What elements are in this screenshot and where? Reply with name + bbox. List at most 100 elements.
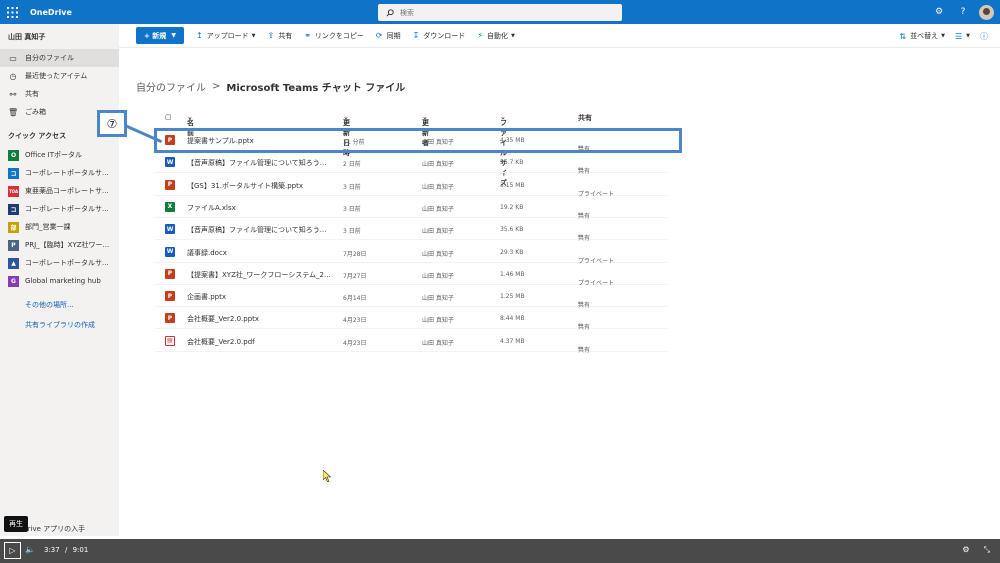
quick-access-label: コーポレートポータルサ... (25, 259, 109, 267)
chevron-down-icon: ▼ (251, 32, 256, 39)
chevron-down-icon: ▼ (966, 33, 970, 39)
file-name[interactable]: 会社概要_Ver2.0.pdf (187, 337, 255, 347)
table-header: ▢ 名前 ⌄ 更新日時 ⌄ 更新者 ⌄ ファイル サイズ ⌄ 共有 (155, 108, 667, 187)
play-tooltip: 再生 (4, 516, 28, 532)
column-header-modified[interactable]: 更新日時 ⌄ (343, 113, 350, 157)
modified-date: 4月23日 (343, 339, 367, 347)
file-name[interactable]: 企画書.pptx (187, 292, 226, 302)
automate-button[interactable]: ⚡ 自動化 ▼ (477, 31, 514, 41)
quick-access-item[interactable]: O Office ITポータル (0, 146, 119, 164)
search-box[interactable] (378, 4, 622, 21)
quick-access-item[interactable]: 部 部門_営業一課 (0, 218, 119, 236)
fullscreen-icon[interactable]: ⤡ (984, 545, 990, 555)
quick-access-label: 部門_営業一課 (25, 223, 71, 231)
column-header-size[interactable]: ファイル サイズ ⌄ (500, 113, 507, 187)
modified-by: 山田 真知子 (422, 317, 454, 325)
sync-button[interactable]: ⟳ 同期 (376, 31, 401, 41)
view-options-button[interactable]: ☰ ▼ (955, 32, 970, 41)
chevron-down-icon: ▼ (171, 32, 176, 39)
modified-date: 7月28日 (343, 250, 367, 258)
upload-icon: ↥ (195, 31, 203, 40)
file-size: 1.46 MB (500, 270, 525, 278)
quick-access-item[interactable]: TOA 東亜薬品コーポレートサ... (0, 182, 119, 200)
chevron-down-icon: ▼ (941, 33, 945, 39)
table-row[interactable]: P 【提案書】XYZ社_ワークフローシステム_2... 7月27日 山田 真知子 1.4… (155, 263, 667, 287)
gear-icon[interactable]: ⚙ (962, 545, 969, 555)
quick-access-title: クイック アクセス (8, 132, 67, 140)
modified-date: 3 日前 (343, 205, 361, 213)
modified-by: 山田 真知子 (422, 295, 454, 303)
table-row[interactable]: ▤ 会社概要_Ver2.0.pdf 4月23日 山田 真知子 4.37 MB ⚯ 共有 (155, 330, 667, 354)
sync-label: 同期 (386, 31, 401, 40)
table-row[interactable]: P 【GS】31.ポータルサイト構築.pptx 3 日前 山田 真知子 3.15 MB プ… (155, 174, 667, 198)
file-name[interactable]: 【音声原稿】ファイル管理について知ろう... (187, 158, 326, 168)
sidebar-item-label: ごみ箱 (25, 108, 46, 116)
more-places-link[interactable]: その他の場所... (25, 300, 74, 310)
site-icon: 部 (8, 221, 19, 233)
link-icon: ⚭ (304, 31, 311, 40)
sidebar-item-my-files[interactable]: ▭ 自分のファイル (0, 49, 119, 67)
search-input[interactable] (400, 8, 600, 17)
site-icon: TOA (8, 185, 19, 197)
folder-icon: ▭ (9, 53, 17, 63)
table-row[interactable]: W 【音声原稿】ファイル管理について知ろう... 3 日前 山田 真知子 35.6 KB… (155, 218, 667, 242)
sort-icon: ⇅ (899, 31, 907, 41)
play-button[interactable]: ▷ (4, 542, 21, 559)
app-launcher-icon[interactable] (0, 0, 24, 24)
table-row[interactable]: P 会社概要_Ver2.0.pptx 4月23日 山田 真知子 8.44 MB ⚯ 共有 (155, 307, 667, 331)
file-size: 1.25 MB (500, 293, 525, 301)
gear-icon[interactable]: ⚙ (927, 0, 951, 24)
file-name[interactable]: ファイルA.xlsx (187, 203, 236, 213)
quick-access-item[interactable]: P PRJ_【臨時】XYZ社ワー... (0, 236, 119, 254)
sidebar-item-shared[interactable]: ⚯ 共有 (0, 85, 119, 103)
site-icon: ▲ (8, 257, 19, 269)
file-name[interactable]: 【音声原稿】ファイル管理について知ろう... (187, 225, 326, 235)
trash-icon: 🗑 (8, 107, 19, 117)
file-name[interactable]: 【提案書】XYZ社_ワークフローシステム_2... (187, 270, 331, 280)
breadcrumb-parent[interactable]: 自分のファイル (136, 79, 206, 94)
upload-button[interactable]: ↥ アップロード ▼ (196, 31, 256, 41)
create-library-link[interactable]: 共有ライブラリの作成 (25, 320, 95, 330)
table-row[interactable]: W 議事録.docx 7月28日 山田 真知子 29.3 KB プライベート (155, 241, 667, 265)
modified-by: 山田 真知子 (422, 183, 454, 191)
table-row[interactable]: W 【音声原稿】ファイル管理について知ろう... 2 日前 山田 真知子 35.7 KB… (155, 151, 667, 175)
sort-button[interactable]: ⇅ 並べ替え ▼ (899, 31, 945, 41)
file-type-header-icon[interactable]: ▢ (165, 113, 172, 121)
sidebar-item-recent[interactable]: ◷ 最近使ったアイテム (0, 67, 119, 85)
quick-access-label: 東亜薬品コーポレートサ... (25, 187, 109, 195)
table-row[interactable]: X ファイルA.xlsx 3 日前 山田 真知子 19.2 KB ⚯ 共有 (155, 196, 667, 220)
file-name[interactable]: 【GS】31.ポータルサイト構築.pptx (187, 181, 303, 191)
quick-access-label: Office ITポータル (25, 151, 82, 159)
share-button[interactable]: ⇪ 共有 (268, 31, 293, 41)
volume-icon[interactable]: 🔈 (25, 545, 35, 554)
column-header-modified-by[interactable]: 更新者 ⌄ (422, 113, 429, 147)
current-time: 3:37 (44, 546, 60, 554)
help-icon[interactable]: ? (951, 0, 975, 24)
sidebar-item-label: 最近使ったアイテム (25, 72, 88, 80)
details-pane-button[interactable]: ⓘ (980, 31, 992, 42)
copy-link-button[interactable]: ⚭ リンクをコピー (304, 31, 364, 41)
quick-access-item[interactable]: ▲ コーポレートポータルサ... (0, 254, 119, 272)
highlight-box (154, 128, 682, 153)
file-size: 19.2 KB (500, 203, 524, 211)
pptx-file-icon: P (165, 179, 175, 190)
file-name[interactable]: 会社概要_Ver2.0.pptx (187, 314, 259, 324)
quick-access-item[interactable]: G Global marketing hub (0, 272, 119, 290)
file-name[interactable]: 議事録.docx (187, 248, 227, 258)
table-row[interactable]: P 企画書.pptx 6月14日 山田 真知子 1.25 MB ⚯ 共有 (155, 285, 667, 309)
modified-by: 山田 真知子 (422, 272, 454, 280)
modified-date: 3 日前 (343, 183, 361, 191)
column-header-name[interactable]: 名前 ⌄ (187, 113, 194, 137)
download-button[interactable]: ↧ ダウンロード (413, 31, 466, 41)
share-icon: ⚯ (9, 89, 17, 99)
quick-access-item[interactable]: コ コーポレートポータルサ... (0, 200, 119, 218)
file-size: 8.44 MB (500, 315, 525, 323)
quick-access-item[interactable]: コ コーポレートポータルサ... (0, 164, 119, 182)
site-icon: コ (8, 203, 19, 215)
column-header-sharing[interactable]: 共有 (578, 113, 592, 123)
app-title[interactable]: OneDrive (30, 8, 72, 17)
new-button[interactable]: + 新規 ▼ (136, 27, 184, 44)
docx-file-icon: W (165, 246, 175, 257)
modified-date: 2 日前 (343, 161, 361, 169)
avatar[interactable] (979, 4, 994, 20)
